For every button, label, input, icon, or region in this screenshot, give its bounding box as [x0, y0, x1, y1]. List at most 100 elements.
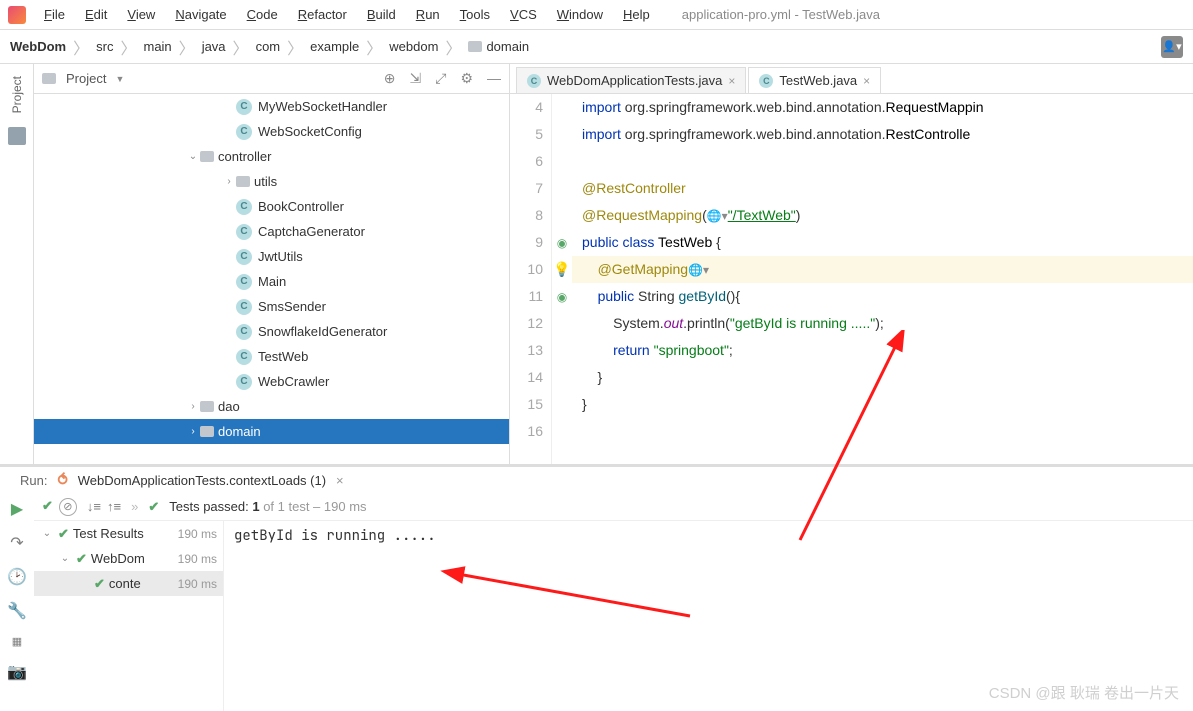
menu-vcs[interactable]: VCS	[500, 5, 547, 24]
structure-icon[interactable]	[8, 127, 26, 145]
class-icon: C	[236, 324, 252, 340]
code-line-5[interactable]: import org.springframework.web.bind.anno…	[572, 121, 1193, 148]
code-line-7[interactable]: @RestController	[572, 175, 1193, 202]
test-row[interactable]: ⌄✔ WebDom190 ms	[34, 546, 223, 571]
project-panel-title: Project	[66, 71, 106, 86]
code-line-16[interactable]	[572, 418, 1193, 445]
test-config-icon: ⥀	[57, 471, 67, 489]
crumb-com[interactable]: com	[256, 39, 281, 54]
crumb-src[interactable]: src	[96, 39, 113, 54]
tree-label: BookController	[258, 199, 344, 214]
tree-item-domain[interactable]: ›domain	[34, 419, 509, 444]
tree-item-webcrawler[interactable]: CWebCrawler	[34, 369, 509, 394]
project-tool-tab[interactable]: Project	[8, 70, 26, 119]
menu-run[interactable]: Run	[406, 5, 450, 24]
close-icon[interactable]: ×	[336, 473, 344, 488]
run-icon[interactable]: ▶	[11, 499, 23, 519]
menu-navigate[interactable]: Navigate	[165, 5, 236, 24]
code-line-15[interactable]: }	[572, 391, 1193, 418]
sort-up-icon[interactable]: ↑≡	[107, 499, 121, 514]
run-tool-gutter: ▶ ↷ 🕑 🔧 ▦ 📷	[0, 493, 34, 711]
close-icon[interactable]: ×	[863, 74, 870, 88]
debug-step-icon[interactable]: ↷	[10, 533, 23, 553]
tab-webdomapplicationtests.java[interactable]: CWebDomApplicationTests.java×	[516, 67, 746, 93]
menu-build[interactable]: Build	[357, 5, 406, 24]
menu-refactor[interactable]: Refactor	[288, 5, 357, 24]
code-line-8[interactable]: @RequestMapping(🌐▾"/TextWeb")	[572, 202, 1193, 229]
menu-tools[interactable]: Tools	[450, 5, 500, 24]
code-line-10[interactable]: @GetMapping🌐▾	[572, 256, 1193, 283]
tree-item-websocketconfig[interactable]: CWebSocketConfig	[34, 119, 509, 144]
code-line-6[interactable]	[572, 148, 1193, 175]
tree-item-dao[interactable]: ›dao	[34, 394, 509, 419]
tree-item-main[interactable]: CMain	[34, 269, 509, 294]
tab-label: WebDomApplicationTests.java	[547, 73, 722, 88]
tree-item-controller[interactable]: ⌄controller	[34, 144, 509, 169]
tree-item-utils[interactable]: ›utils	[34, 169, 509, 194]
menu-code[interactable]: Code	[237, 5, 288, 24]
user-icon[interactable]: 👤▾	[1161, 36, 1183, 58]
code-line-13[interactable]: return "springboot";	[572, 337, 1193, 364]
folder-icon	[42, 73, 56, 84]
crumb-webdom[interactable]: WebDom	[10, 39, 66, 54]
test-tree[interactable]: ⌄✔ Test Results190 ms⌄✔ WebDom190 ms✔ co…	[34, 521, 224, 711]
tab-testweb.java[interactable]: CTestWeb.java×	[748, 67, 881, 93]
crumb-java[interactable]: java	[202, 39, 226, 54]
pin-icon[interactable]: ▦	[12, 635, 22, 648]
code-editor[interactable]: 45678910111213141516 ◉💡◉ import org.spri…	[510, 94, 1193, 464]
folder-icon	[236, 176, 250, 187]
check-icon[interactable]: ✔	[42, 498, 53, 516]
history-icon[interactable]: 🕑	[7, 567, 27, 587]
gear-icon[interactable]: ⚙	[460, 70, 473, 87]
class-icon: C	[236, 374, 252, 390]
tree-item-bookcontroller[interactable]: CBookController	[34, 194, 509, 219]
menu-window[interactable]: Window	[547, 5, 613, 24]
class-icon: C	[236, 249, 252, 265]
crumb-example[interactable]: example	[310, 39, 359, 54]
locate-icon[interactable]: ⊕	[384, 70, 396, 87]
tree-item-jwtutils[interactable]: CJwtUtils	[34, 244, 509, 269]
camera-icon[interactable]: 📷	[7, 662, 27, 682]
class-icon: C	[236, 224, 252, 240]
class-icon: C	[236, 99, 252, 115]
menu-view[interactable]: View	[117, 5, 165, 24]
class-icon: C	[759, 74, 773, 88]
project-tree[interactable]: CMyWebSocketHandlerCWebSocketConfig⌄cont…	[34, 94, 509, 464]
code-line-9[interactable]: public class TestWeb {	[572, 229, 1193, 256]
collapse-icon[interactable]: ⤢	[435, 70, 446, 87]
tests-passed-text: Tests passed: 1 of 1 test – 190 ms	[169, 499, 366, 514]
code-line-4[interactable]: import org.springframework.web.bind.anno…	[572, 94, 1193, 121]
filter-icon[interactable]: ⊘	[59, 498, 77, 516]
tree-item-captchagenerator[interactable]: CCaptchaGenerator	[34, 219, 509, 244]
tree-label: TestWeb	[258, 349, 308, 364]
class-icon: C	[236, 299, 252, 315]
menubar: FileEditViewNavigateCodeRefactorBuildRun…	[0, 0, 1193, 30]
tree-item-mywebsockethandler[interactable]: CMyWebSocketHandler	[34, 94, 509, 119]
hide-icon[interactable]: —	[487, 70, 501, 87]
run-panel: Run: ⥀ WebDomApplicationTests.contextLoa…	[0, 464, 1193, 711]
menu-help[interactable]: Help	[613, 5, 660, 24]
close-icon[interactable]: ×	[728, 74, 735, 88]
test-row[interactable]: ⌄✔ Test Results190 ms	[34, 521, 223, 546]
code-line-12[interactable]: System.out.println("getById is running .…	[572, 310, 1193, 337]
code-line-14[interactable]: }	[572, 364, 1193, 391]
run-config-name[interactable]: WebDomApplicationTests.contextLoads (1)	[78, 473, 326, 488]
crumb-main[interactable]: main	[143, 39, 171, 54]
expand-icon[interactable]: ⇲	[410, 70, 422, 87]
tree-label: WebSocketConfig	[258, 124, 362, 139]
sort-down-icon[interactable]: ↓≡	[87, 499, 101, 514]
tree-item-smssender[interactable]: CSmsSender	[34, 294, 509, 319]
tree-label: dao	[218, 399, 240, 414]
crumb-domain[interactable]: domain	[468, 39, 529, 54]
breadcrumb[interactable]: WebDom〉src〉main〉java〉com〉example〉webdom〉…	[10, 35, 529, 59]
menu-file[interactable]: File	[34, 5, 75, 24]
tree-item-snowflakeidgenerator[interactable]: CSnowflakeIdGenerator	[34, 319, 509, 344]
tree-item-testweb[interactable]: CTestWeb	[34, 344, 509, 369]
settings-icon[interactable]: 🔧	[7, 601, 27, 621]
menu-edit[interactable]: Edit	[75, 5, 117, 24]
test-row[interactable]: ✔ conte190 ms	[34, 571, 223, 596]
chevron-down-icon[interactable]: ▼	[115, 74, 124, 84]
code-line-11[interactable]: public String getById(){	[572, 283, 1193, 310]
crumb-webdom[interactable]: webdom	[389, 39, 438, 54]
tree-label: controller	[218, 149, 271, 164]
